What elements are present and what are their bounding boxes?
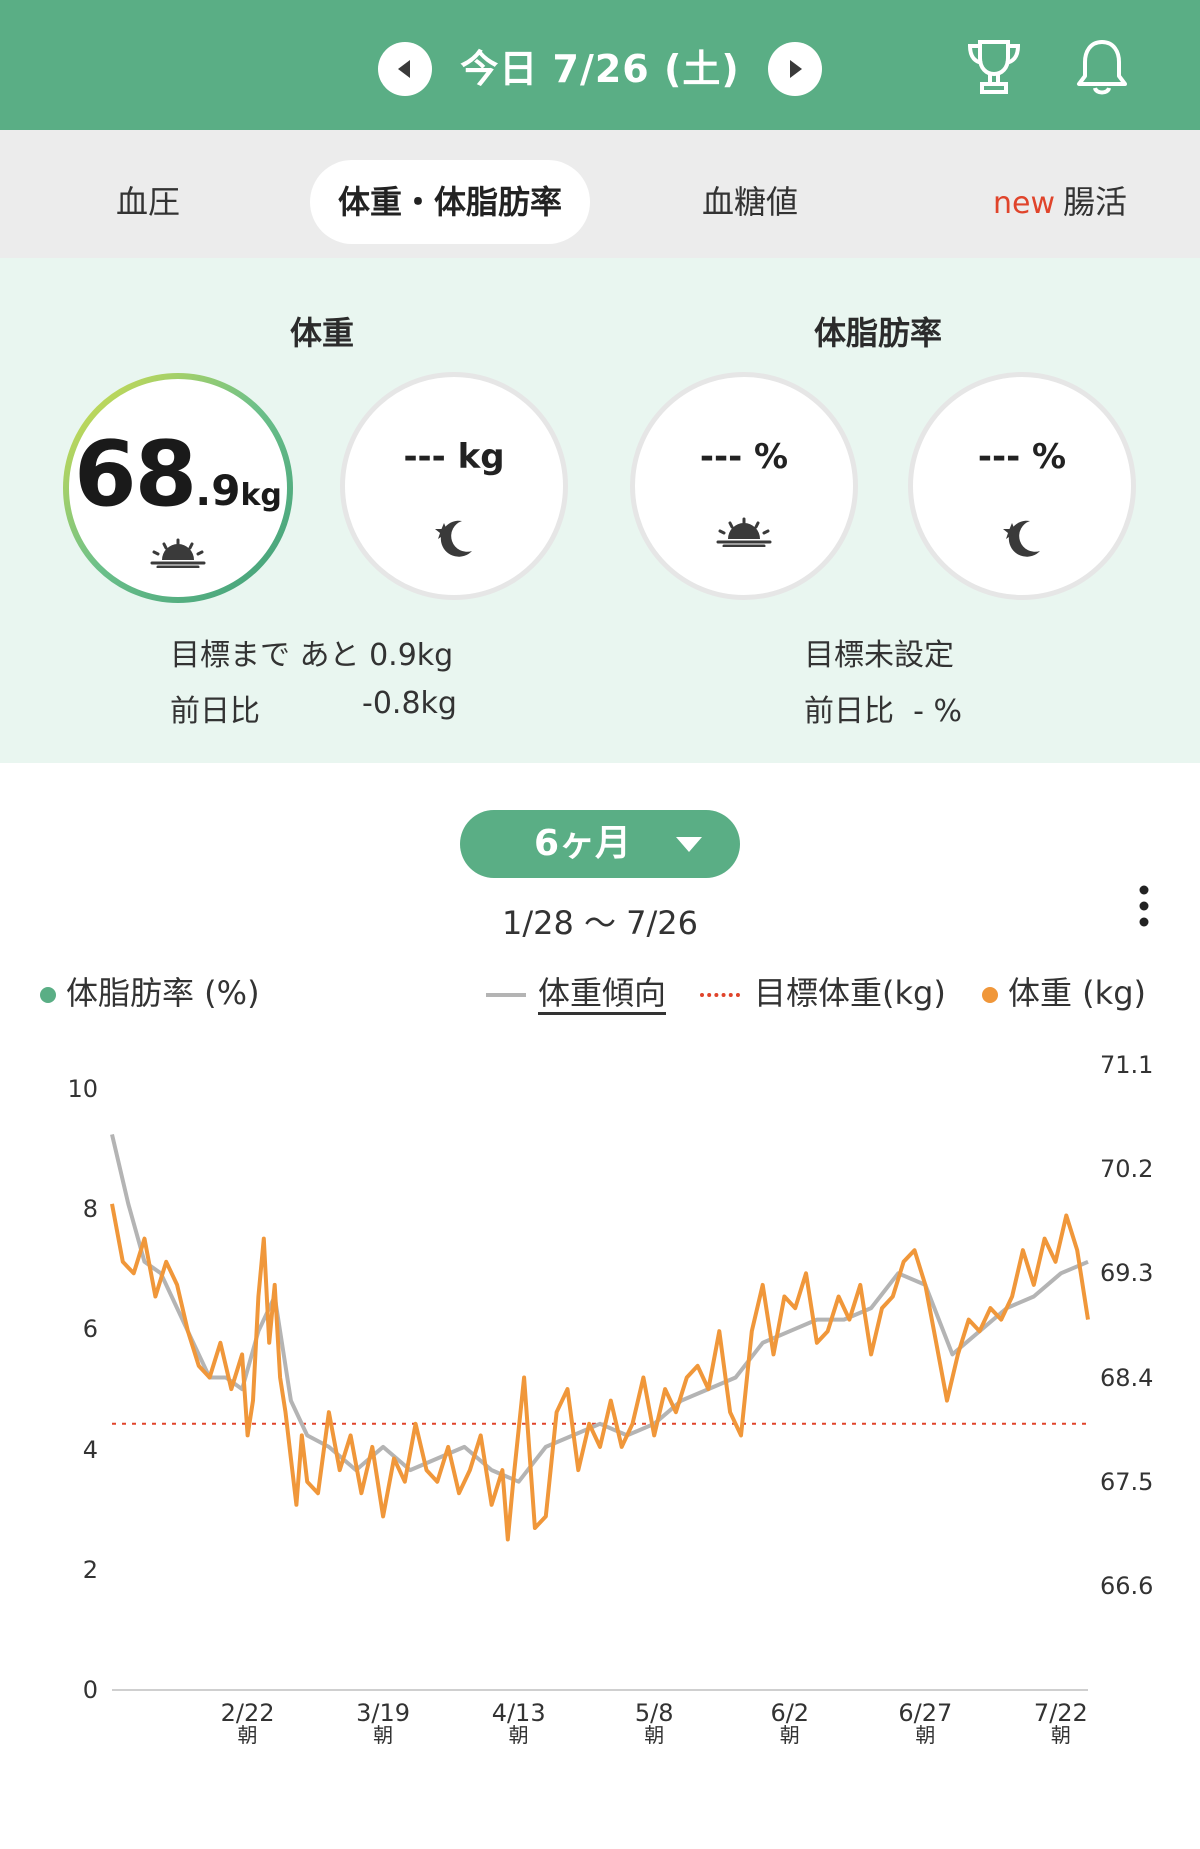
period-select[interactable]: 6ヶ月: [460, 810, 740, 878]
tab-blood-pressure[interactable]: 血圧: [78, 160, 218, 244]
morning-weight-circle[interactable]: 68.9kg: [60, 370, 296, 606]
legend-weight[interactable]: 体重 (kg): [982, 970, 1146, 1016]
x-axis-tick: 6/27 朝: [898, 1699, 953, 1747]
legend-body-fat[interactable]: 体脂肪率 (%): [40, 970, 260, 1016]
evening-fat-value: --- %: [977, 437, 1067, 477]
x-axis-tick: 7/22 朝: [1033, 1699, 1088, 1747]
more-vertical-icon: [1139, 885, 1149, 927]
morning-fat-value: --- %: [699, 437, 789, 477]
right-axis-tick: 68.4: [1100, 1363, 1154, 1392]
evening-weight-circle[interactable]: --- kg: [340, 372, 568, 600]
left-axis-tick: 10: [67, 1075, 98, 1104]
weight-diff-label: 前日比: [170, 694, 260, 729]
weight-diff-value: -0.8kg: [362, 686, 457, 721]
fat-goal-text: 目標未設定: [804, 638, 954, 673]
tab-weight-body-fat[interactable]: 体重・体脂肪率: [310, 160, 590, 244]
period-label: 6ヶ月: [534, 823, 632, 864]
weight-chart[interactable]: 10 8 6 4 2 0 71.1 70.2 69.3 68.4 67.5 66.6 2/22 朝 3/19…: [0, 1040, 1200, 1760]
date-range: 1/28 〜 7/26: [501, 904, 699, 942]
right-axis-tick: 66.6: [1100, 1571, 1154, 1600]
left-axis-tick: 2: [82, 1555, 98, 1584]
bell-icon: [1077, 40, 1127, 95]
fat-diff-value: - %: [913, 694, 962, 729]
left-axis-tick: 8: [82, 1195, 98, 1224]
more-options-button[interactable]: [1126, 882, 1162, 932]
triangle-right-icon: [790, 60, 802, 78]
moon-star-icon: [435, 520, 472, 557]
tab-gut-health[interactable]: new 腸活: [960, 160, 1160, 244]
legend-line-dotted-red: [700, 993, 740, 997]
app-header: 今日 7/26 (土): [0, 0, 1200, 130]
trophy-button[interactable]: [964, 36, 1024, 100]
next-day-button[interactable]: [768, 42, 822, 96]
legend-line-gray: [486, 993, 526, 997]
left-axis-tick: 0: [82, 1676, 98, 1704]
summary-panel: 体重 体脂肪率 68.9kg --- kg --- % --- % 目標まで あ…: [0, 258, 1200, 763]
fat-diff-label: 前日比: [804, 694, 894, 729]
weight-goal-value: 0.9kg: [369, 638, 454, 673]
chart-plot: [110, 1133, 1090, 1691]
weight-series-line: [110, 1203, 1090, 1542]
right-axis-tick: 71.1: [1100, 1051, 1154, 1079]
legend-weight-trend[interactable]: 体重傾向: [486, 970, 667, 1016]
body-fat-title: 体脂肪率: [813, 314, 942, 352]
right-axis-tick: 69.3: [1100, 1259, 1154, 1288]
x-axis-tick: 4/13 朝: [491, 1699, 546, 1747]
tab-gut-health-label: 腸活: [1063, 183, 1128, 221]
category-tabs: 血圧 体重・体脂肪率 血糖値 new 腸活: [0, 130, 1200, 258]
x-axis-tick: 5/8 朝: [634, 1699, 674, 1747]
trophy-icon: [967, 40, 1021, 94]
left-axis-tick: 6: [82, 1315, 98, 1344]
evening-fat-circle[interactable]: --- %: [908, 372, 1136, 600]
new-badge: new: [992, 186, 1055, 221]
morning-fat-circle[interactable]: --- %: [630, 372, 858, 600]
triangle-left-icon: [398, 60, 410, 78]
moon-star-icon: [1003, 520, 1040, 557]
evening-weight-value: --- kg: [403, 437, 505, 477]
sunrise-icon: [150, 538, 206, 568]
legend-dot-orange: [982, 987, 998, 1003]
dropdown-arrow-icon: [676, 837, 702, 852]
prev-day-button[interactable]: [378, 42, 432, 96]
x-axis-tick: 2/22 朝: [220, 1699, 275, 1747]
legend-dot-green: [40, 987, 56, 1003]
x-axis-tick: 6/2 朝: [770, 1699, 810, 1747]
right-axis-tick: 67.5: [1100, 1467, 1154, 1496]
weight-goal-text: 目標まで あと 0.9kg: [170, 638, 454, 673]
date-title: 今日 7/26 (土): [460, 47, 740, 91]
bell-button[interactable]: [1072, 36, 1132, 100]
left-axis-tick: 4: [82, 1435, 98, 1464]
weight-title: 体重: [289, 314, 354, 352]
sunrise-icon: [716, 517, 772, 547]
weight-diff-row: 前日比 -0.8kg: [170, 686, 460, 730]
fat-diff-row: 前日比 - %: [804, 686, 962, 730]
morning-weight-value: 68.9kg: [74, 422, 282, 527]
legend-target-weight[interactable]: 目標体重(kg): [700, 970, 946, 1016]
tab-blood-glucose[interactable]: 血糖値: [680, 160, 820, 244]
x-axis-tick: 3/19 朝: [356, 1699, 411, 1747]
right-axis-tick: 70.2: [1100, 1155, 1154, 1184]
